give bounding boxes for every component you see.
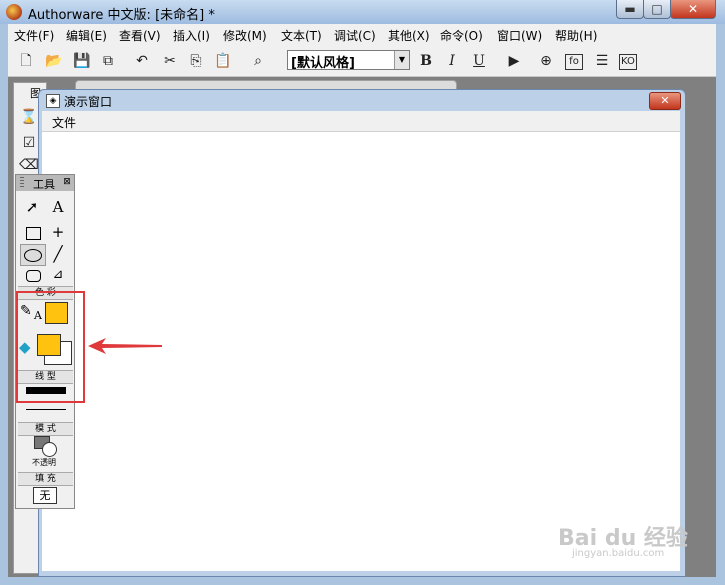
- chevron-down-icon[interactable]: ▼: [394, 51, 409, 69]
- undo-icon[interactable]: ↶: [132, 51, 152, 71]
- underline-button[interactable]: U: [469, 51, 489, 71]
- find-icon[interactable]: ⌕: [248, 51, 268, 71]
- copy-icon[interactable]: ⎘: [186, 51, 206, 71]
- window-title: Authorware 中文版: [未命名] *: [28, 8, 215, 23]
- drag-handle-icon[interactable]: [20, 177, 24, 189]
- new-file-icon[interactable]: 🗋: [16, 51, 36, 71]
- toolbar: 🗋 📂 💾 ⧉ ↶ ✂ ⎘ 📋 ⌕ [默认风格] ▼ B I U ▶ ⊕ fo …: [8, 46, 716, 77]
- menu-command[interactable]: 命令(O): [440, 27, 483, 44]
- style-select-value: [默认风格]: [291, 56, 355, 71]
- mode-value: 不透明: [32, 458, 56, 467]
- menu-view[interactable]: 查看(V): [119, 27, 161, 44]
- bold-button[interactable]: B: [416, 51, 436, 71]
- functions-button[interactable]: fo: [565, 54, 583, 70]
- pointer-tool-icon[interactable]: ➚: [22, 198, 42, 216]
- import-icon[interactable]: ⧉: [98, 51, 118, 71]
- text-tool[interactable]: A: [48, 198, 68, 216]
- menu-window[interactable]: 窗口(W): [497, 27, 542, 44]
- annotation-arrow-icon: [88, 338, 162, 354]
- presentation-window-title: 演示窗口: [64, 95, 113, 109]
- line-style-thin[interactable]: [26, 409, 66, 410]
- presentation-close-button[interactable]: ✕: [649, 92, 681, 110]
- crosshair-tool-icon[interactable]: +: [48, 223, 68, 241]
- display-icon[interactable]: ⌛: [19, 107, 39, 127]
- line-tool-icon[interactable]: ╱: [48, 245, 68, 263]
- tools-close-icon[interactable]: ⊠: [62, 177, 72, 187]
- open-file-icon[interactable]: 📂: [44, 51, 64, 71]
- presentation-menu-file[interactable]: 文件: [52, 114, 76, 131]
- fill-pattern-value[interactable]: 无: [33, 487, 57, 504]
- style-select[interactable]: [默认风格] ▼: [287, 50, 410, 71]
- italic-button[interactable]: I: [442, 51, 462, 71]
- menu-other[interactable]: 其他(X): [388, 27, 430, 44]
- polygon-tool-icon[interactable]: ⊿: [48, 266, 68, 284]
- erase-icon[interactable]: ⌫: [19, 155, 39, 175]
- mode-front-circle-icon[interactable]: [42, 442, 57, 457]
- fill-section-label: 填 充: [18, 472, 73, 486]
- ellipse-tool-selected[interactable]: [20, 244, 46, 266]
- minimize-button[interactable]: ▬: [616, 0, 644, 19]
- motion-icon[interactable]: ☑: [19, 133, 39, 153]
- rectangle-tool-icon[interactable]: [26, 227, 41, 240]
- watermark-url: jingyan.baidu.com: [572, 548, 665, 559]
- control-panel-icon[interactable]: ⊕: [536, 51, 556, 71]
- menu-debug[interactable]: 调试(C): [334, 27, 376, 44]
- menu-modify[interactable]: 修改(M): [223, 27, 267, 44]
- presentation-window-icon: ◈: [46, 94, 60, 108]
- menu-insert[interactable]: 插入(I): [173, 27, 210, 44]
- mode-section-label: 模 式: [18, 422, 73, 436]
- menu-bar: 文件(F) 编辑(E) 查看(V) 插入(I) 修改(M) 文本(T) 调试(C…: [8, 24, 716, 46]
- close-button[interactable]: ✕: [670, 0, 716, 19]
- ellipse-tool-icon: [24, 249, 42, 262]
- cut-icon[interactable]: ✂: [160, 51, 180, 71]
- menu-text[interactable]: 文本(T): [281, 27, 322, 44]
- menu-help[interactable]: 帮助(H): [555, 27, 597, 44]
- knowledge-objects-button[interactable]: KO: [619, 54, 637, 70]
- tools-palette-title: 工具: [33, 178, 55, 191]
- presentation-menu-bar: 文件: [42, 111, 680, 132]
- run-icon[interactable]: ▶: [504, 51, 524, 71]
- menu-edit[interactable]: 编辑(E): [66, 27, 107, 44]
- rounded-rectangle-tool-icon[interactable]: [26, 270, 41, 282]
- paste-icon[interactable]: 📋: [213, 51, 233, 71]
- annotation-highlight-box: [16, 291, 85, 403]
- authorware-app-icon: [6, 4, 22, 20]
- menu-file[interactable]: 文件(F): [14, 27, 54, 44]
- variables-icon[interactable]: ☰: [592, 51, 612, 71]
- save-all-icon[interactable]: 💾: [72, 51, 92, 71]
- maximize-button[interactable]: □: [643, 0, 671, 19]
